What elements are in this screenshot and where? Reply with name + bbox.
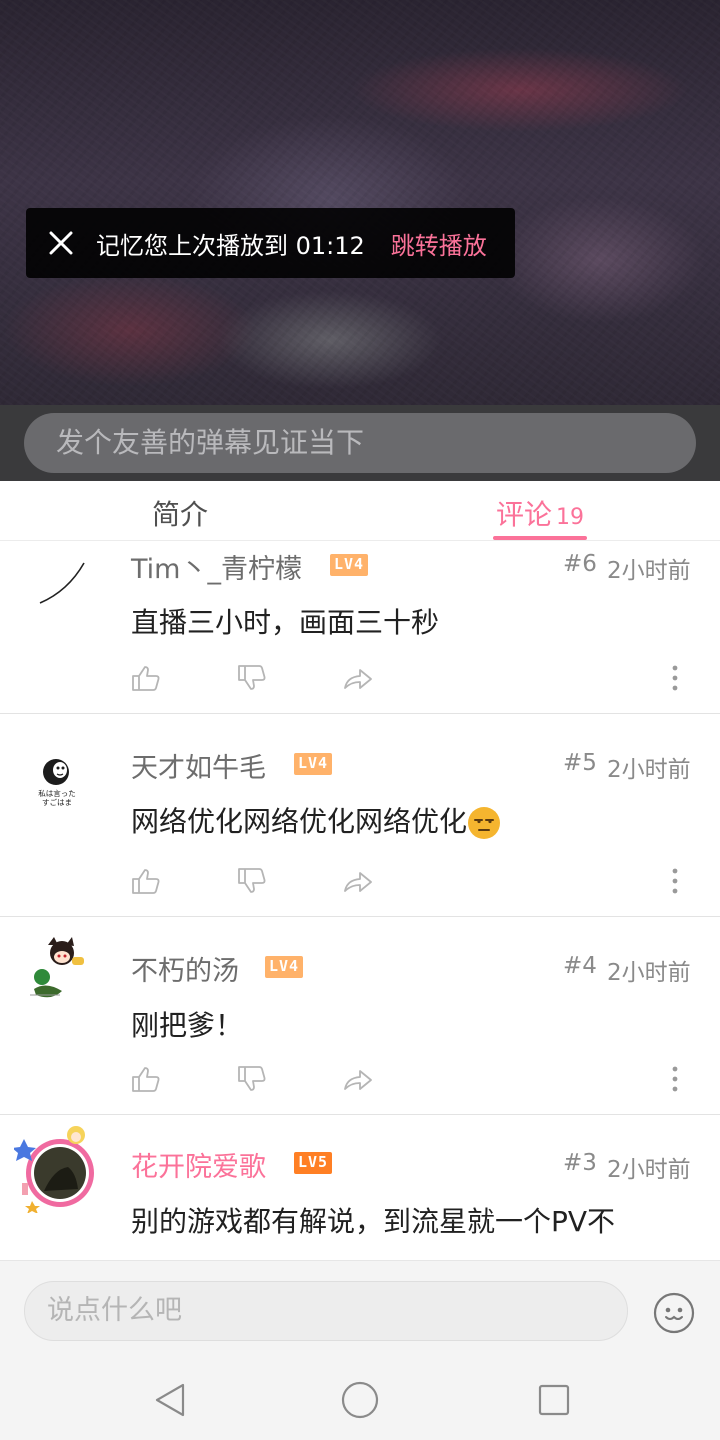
- comment-list[interactable]: Tim丶_青柠檬 LV4 #6 2小时前 直播三小时，画面三十秒 私は言った す…: [0, 541, 720, 1260]
- comment-item: 私は言った すごはま 天才如牛毛 LV4 #5 2小时前 网络优化网络优化网络优…: [0, 714, 720, 916]
- comment-time: 2小时前: [607, 960, 691, 986]
- level-badge: LV5: [294, 1152, 333, 1174]
- comment-text: 网络优化网络优化网络优化: [131, 800, 501, 840]
- comment-input[interactable]: 说点什么吧: [24, 1281, 628, 1341]
- back-triangle-icon[interactable]: [150, 1380, 190, 1420]
- tab-bar: 简介 评论 19: [0, 481, 720, 541]
- avatar[interactable]: [22, 541, 92, 609]
- avatar[interactable]: [14, 1121, 106, 1213]
- comment-time: 2小时前: [607, 558, 691, 584]
- jump-to-playback-button[interactable]: 跳转播放: [391, 226, 487, 261]
- thumb-up-icon[interactable]: [129, 661, 163, 695]
- danmaku-input[interactable]: 发个友善的弹幕见证当下: [24, 413, 696, 473]
- active-tab-indicator: [493, 536, 587, 540]
- emoji-icon[interactable]: [652, 1291, 696, 1335]
- tab-comments[interactable]: 评论 19: [496, 493, 584, 533]
- comment-count: 19: [556, 505, 585, 530]
- tab-intro[interactable]: 简介: [152, 493, 208, 533]
- avatar-caption-line-2: すごはま: [42, 797, 72, 807]
- reply-bar: 说点什么吧: [0, 1260, 720, 1360]
- danmaku-bar: 发个友善的弹幕见证当下: [0, 405, 720, 481]
- resume-playback-toast: 记忆您上次播放到 01:12 跳转播放: [26, 208, 515, 278]
- video-detail-page: 记忆您上次播放到 01:12 跳转播放 发个友善的弹幕见证当下 简介 评论 19 …: [0, 0, 720, 1440]
- username[interactable]: 花开院爱歌: [131, 1145, 266, 1184]
- thumb-up-icon[interactable]: [129, 1062, 163, 1096]
- share-icon[interactable]: [341, 864, 375, 898]
- home-circle-icon[interactable]: [340, 1380, 380, 1420]
- comment-item: 花开院爱歌 LV5 #3 2小时前 别的游戏都有解说，到流星就一个PV不: [0, 1115, 720, 1260]
- thumb-up-icon[interactable]: [129, 864, 163, 898]
- username[interactable]: Tim丶_青柠檬: [131, 547, 302, 586]
- comment-text: 刚把爹！: [131, 1009, 244, 1042]
- comment-text: 别的游戏都有解说，到流星就一个PV不: [131, 1205, 616, 1238]
- level-badge: LV4: [294, 753, 333, 775]
- comment-time: 2小时前: [607, 1157, 691, 1183]
- floor-number: #5: [563, 750, 597, 776]
- avatar[interactable]: 私は言った すごはま: [22, 742, 92, 812]
- more-vertical-icon[interactable]: [660, 1062, 690, 1096]
- thumb-down-icon[interactable]: [235, 1062, 269, 1096]
- recent-square-icon[interactable]: [534, 1380, 574, 1420]
- more-vertical-icon[interactable]: [660, 661, 690, 695]
- tab-comments-label: 评论: [496, 498, 553, 531]
- avatar[interactable]: [20, 931, 100, 1011]
- comment-text-body: 网络优化网络优化网络优化: [131, 805, 468, 838]
- system-navigation-bar: [0, 1360, 720, 1440]
- video-player[interactable]: 记忆您上次播放到 01:12 跳转播放: [0, 0, 720, 405]
- video-frame: [0, 0, 720, 405]
- username[interactable]: 不朽的汤: [131, 949, 239, 988]
- comment-time: 2小时前: [607, 757, 691, 783]
- username[interactable]: 天才如牛毛: [131, 746, 266, 785]
- comment-item: 不朽的汤 LV4 #4 2小时前 刚把爹！: [0, 917, 720, 1114]
- resume-message: 记忆您上次播放到 01:12: [96, 231, 365, 260]
- share-icon[interactable]: [341, 661, 375, 695]
- level-badge: LV4: [265, 956, 304, 978]
- comment-text: 直播三小时，画面三十秒: [131, 606, 440, 639]
- thumb-down-icon[interactable]: [235, 661, 269, 695]
- comment-item: Tim丶_青柠檬 LV4 #6 2小时前 直播三小时，画面三十秒: [0, 541, 720, 714]
- sleepy-face-emoji-icon: [467, 806, 501, 840]
- thumb-down-icon[interactable]: [235, 864, 269, 898]
- share-icon[interactable]: [341, 1062, 375, 1096]
- floor-number: #3: [563, 1150, 597, 1176]
- more-vertical-icon[interactable]: [660, 864, 690, 898]
- close-icon[interactable]: [26, 208, 96, 278]
- floor-number: #4: [563, 953, 597, 979]
- level-badge: LV4: [330, 554, 369, 576]
- avatar-caption-line-1: 私は言った: [38, 788, 76, 798]
- floor-number: #6: [563, 551, 597, 577]
